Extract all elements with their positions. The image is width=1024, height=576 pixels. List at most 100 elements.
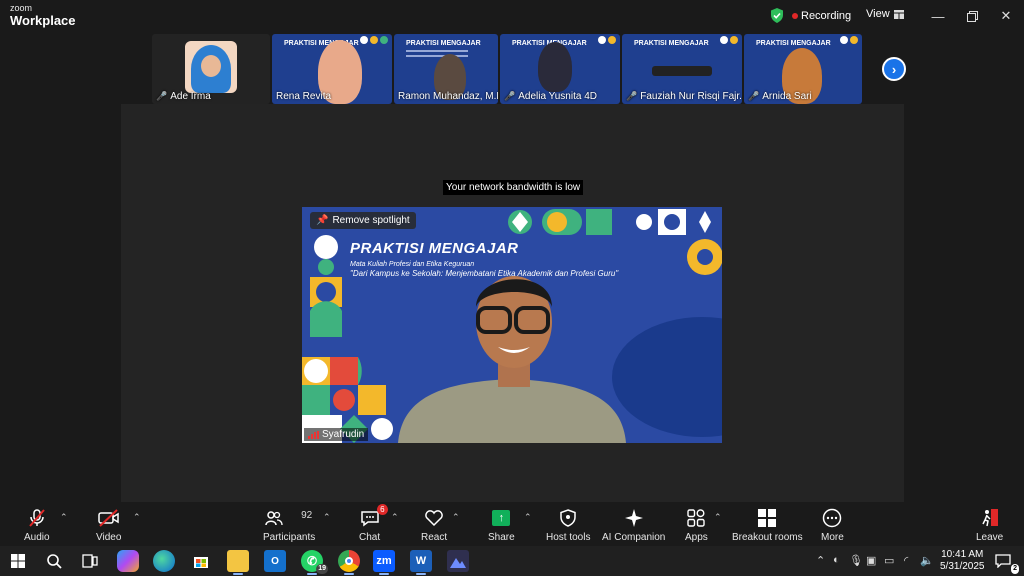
ai-companion-button[interactable]: AI Companion <box>602 506 665 543</box>
heart-icon <box>424 506 444 530</box>
volume-icon[interactable]: 🔈 <box>920 554 934 567</box>
view-button[interactable]: View <box>866 8 904 20</box>
chevron-right-icon: › <box>891 61 897 77</box>
participants-icon: 92 <box>265 506 313 530</box>
record-dot-icon <box>792 12 798 19</box>
react-button[interactable]: React <box>421 506 447 543</box>
video-button[interactable]: Video <box>96 506 121 543</box>
participants-options-caret-icon[interactable]: ⌃ <box>323 512 331 523</box>
participant-count: 92 <box>301 510 313 521</box>
share-options-caret-icon[interactable]: ⌃ <box>524 512 532 523</box>
chat-options-caret-icon[interactable]: ⌃ <box>391 512 399 523</box>
participant-name: 🎤 Adelia Yusnita 4D <box>504 91 597 102</box>
zoom-taskbar-icon[interactable]: zm <box>373 550 395 575</box>
windows-start-icon[interactable] <box>7 550 29 572</box>
logo-bottom: Workplace <box>10 13 76 28</box>
more-button[interactable]: More <box>821 506 844 543</box>
slide-decoration <box>598 36 616 44</box>
video-label: Video <box>96 532 122 543</box>
audio-label: Audio <box>24 532 50 543</box>
share-button[interactable]: ↑ Share <box>488 506 515 543</box>
mic-muted-icon: 🎤 <box>504 91 516 101</box>
avatar <box>185 41 237 93</box>
tray-chevron-icon[interactable]: ⌃ <box>816 554 825 567</box>
leave-button[interactable]: Leave <box>976 506 1003 543</box>
slide-decoration <box>360 36 388 44</box>
logo-top: zoom <box>10 3 33 13</box>
participants-button[interactable]: 92 Participants <box>263 506 315 543</box>
slide-subtitle: Mata Kuliah Profesi dan Etika Keguruan <box>350 261 475 268</box>
remove-spotlight-button[interactable]: 📌 Remove spotlight <box>310 212 416 229</box>
notifications-icon[interactable]: 2 <box>992 550 1019 574</box>
participant-tile[interactable]: PRAKTISI MENGAJAR 🎤 Adelia Yusnita 4D <box>500 34 620 104</box>
close-button[interactable]: ✕ <box>996 6 1016 26</box>
participant-tile[interactable]: 🎤 Ade Irma <box>152 34 270 104</box>
restore-button[interactable] <box>962 6 982 26</box>
app-icon[interactable] <box>447 550 469 572</box>
pin-icon: 📌 <box>316 215 329 226</box>
clock-time: 10:41 AM <box>941 549 984 560</box>
next-page-button[interactable]: › <box>882 57 906 81</box>
ai-companion-label: AI Companion <box>602 532 666 543</box>
participant-tile[interactable]: PRAKTISI MENGAJAR Rena Revita <box>272 34 392 104</box>
participant-tile[interactable]: PRAKTISI MENGAJAR 🎤 Arnida Sari <box>744 34 862 104</box>
outlook-icon[interactable]: O <box>264 550 286 572</box>
audio-options-caret-icon[interactable]: ⌃ <box>60 512 68 523</box>
file-explorer-icon[interactable] <box>227 550 249 575</box>
tray-device-icon[interactable]: ▣ <box>866 554 876 567</box>
restore-icon <box>966 10 978 22</box>
apps-options-caret-icon[interactable]: ⌃ <box>714 512 722 523</box>
chat-label: Chat <box>359 532 381 543</box>
video-options-caret-icon[interactable]: ⌃ <box>133 512 141 523</box>
mic-muted-icon: 🎤 <box>626 91 638 101</box>
spotlight-video[interactable]: 📌 Remove spotlight PRAKTISI MENGAJAR Mat… <box>302 207 722 443</box>
copilot-icon[interactable] <box>117 550 139 572</box>
react-label: React <box>421 532 448 543</box>
edge-browser-icon[interactable] <box>153 550 175 572</box>
breakout-grid-icon <box>758 506 777 530</box>
participant-name: 🎤 Ade Irma <box>156 91 211 102</box>
apps-button[interactable]: Apps <box>685 506 708 543</box>
breakout-rooms-button[interactable]: Breakout rooms <box>732 506 803 543</box>
battery-icon[interactable]: ▭ <box>884 554 894 567</box>
word-icon[interactable]: W <box>410 550 432 575</box>
search-icon[interactable] <box>43 550 65 572</box>
wifi-icon[interactable]: ◜ <box>904 554 908 567</box>
host-tools-button[interactable]: Host tools <box>546 506 590 543</box>
host-tools-label: Host tools <box>546 532 591 543</box>
recording-indicator[interactable]: Recording <box>792 10 851 22</box>
task-view-icon[interactable] <box>79 550 101 572</box>
whatsapp-icon[interactable]: ✆ 19 <box>301 550 328 575</box>
ms-store-icon[interactable] <box>190 550 212 572</box>
chat-button[interactable]: 6 Chat <box>359 504 388 543</box>
participant-tile[interactable]: PRAKTISI MENGAJAR Ramon Muhandaz, M.Pd. <box>394 34 498 104</box>
react-options-caret-icon[interactable]: ⌃ <box>452 512 460 523</box>
participant-name: Ramon Muhandaz, M.Pd. <box>398 91 498 102</box>
notification-count: 2 <box>1011 564 1019 574</box>
participant-tile[interactable]: PRAKTISI MENGAJAR 🎤 Fauziah Nur Risqi Fa… <box>622 34 742 104</box>
minimize-button[interactable]: — <box>928 6 948 26</box>
chrome-icon[interactable] <box>338 550 360 575</box>
sparkle-icon <box>624 506 644 530</box>
share-label: Share <box>488 532 515 543</box>
tray-mic-icon[interactable]: 🎙 <box>849 554 863 567</box>
system-clock[interactable]: 10:41 AM 5/31/2025 <box>940 549 985 573</box>
speaker-name: Syafrudin <box>322 429 365 440</box>
audio-button[interactable]: Audio <box>24 506 50 543</box>
speaker-name-tag: Syafrudin <box>304 428 369 441</box>
video-off-icon <box>97 506 120 530</box>
apps-icon <box>687 506 706 530</box>
slide-thumb-title: PRAKTISI MENGAJAR <box>634 40 709 47</box>
participant-video <box>652 66 712 76</box>
tray-app-icon[interactable]: ◐ <box>833 554 840 566</box>
slide-decoration <box>840 36 858 44</box>
security-shield-icon[interactable] <box>770 8 784 23</box>
chat-unread-badge: 6 <box>377 504 388 515</box>
participant-name: 🎤 Arnida Sari <box>748 91 812 102</box>
title-bar: zoom Workplace Recording View — ✕ <box>0 0 1024 32</box>
zoom-taskbar-label: zm <box>376 555 392 567</box>
host-shield-icon <box>560 506 576 530</box>
participant-name: Rena Revita <box>276 91 332 102</box>
apps-label: Apps <box>685 532 708 543</box>
leave-door-icon <box>980 506 1000 530</box>
